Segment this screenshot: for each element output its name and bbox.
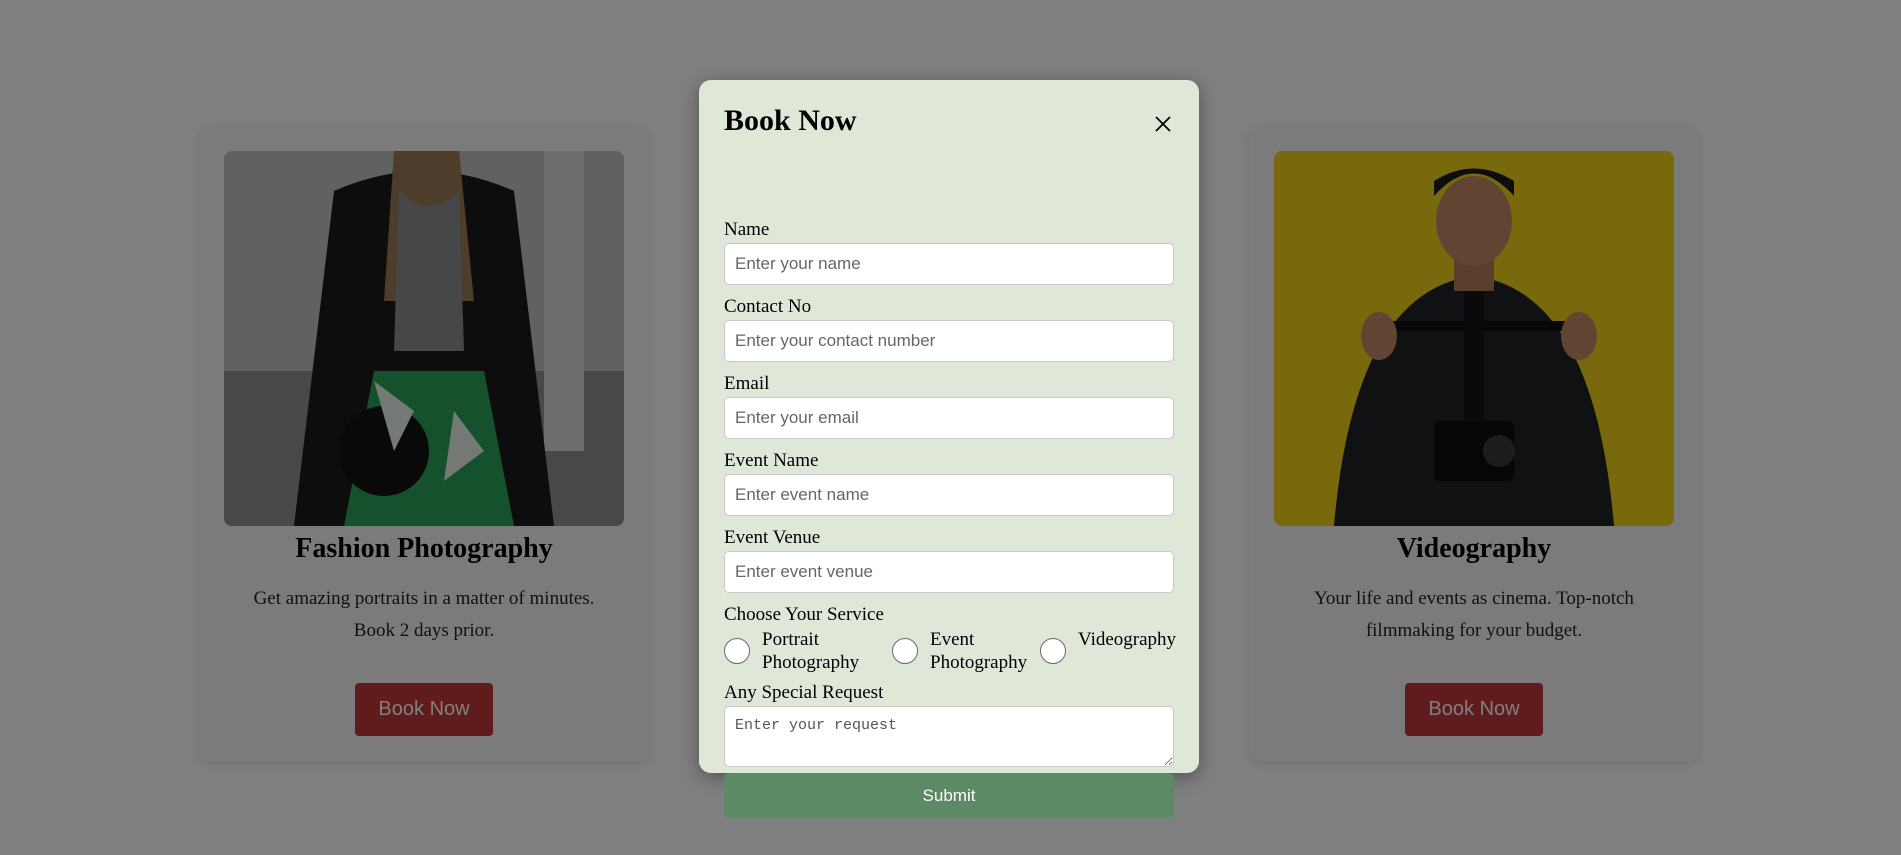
radio-button[interactable] [724,638,750,664]
radio-label: Event Photography [930,629,1028,673]
event-name-input[interactable] [724,474,1174,516]
booking-form: Name Contact No Email Event Name Event V… [724,217,1176,818]
name-label: Name [724,219,770,240]
event-name-label: Event Name [724,450,819,471]
email-input[interactable] [724,397,1174,439]
close-icon[interactable] [1153,114,1173,134]
radio-button[interactable] [1040,638,1066,664]
service-radio-group: Portrait Photography Event Photography V… [724,628,1176,674]
service-label: Choose Your Service [724,604,884,625]
booking-modal: Book Now Name Contact No Email Event Nam… [699,80,1199,818]
radio-option-event[interactable]: Event Photography [892,628,1030,674]
request-label: Any Special Request [724,682,884,703]
radio-option-videography[interactable]: Videography [1040,628,1188,664]
contact-label: Contact No [724,296,812,317]
email-label: Email [724,373,770,394]
submit-button[interactable]: Submit [724,773,1174,818]
radio-label: Videography [1078,629,1177,650]
modal-title: Book Now [724,104,857,137]
radio-label: Portrait Photography [762,629,860,673]
event-venue-input[interactable] [724,551,1174,593]
page-background: Fashion Photography Get amazing portrait… [0,0,1901,855]
name-input[interactable] [724,243,1174,285]
request-textarea[interactable] [724,706,1174,767]
radio-button[interactable] [892,638,918,664]
radio-option-portrait[interactable]: Portrait Photography [724,628,882,674]
event-venue-label: Event Venue [724,527,821,548]
contact-input[interactable] [724,320,1174,362]
